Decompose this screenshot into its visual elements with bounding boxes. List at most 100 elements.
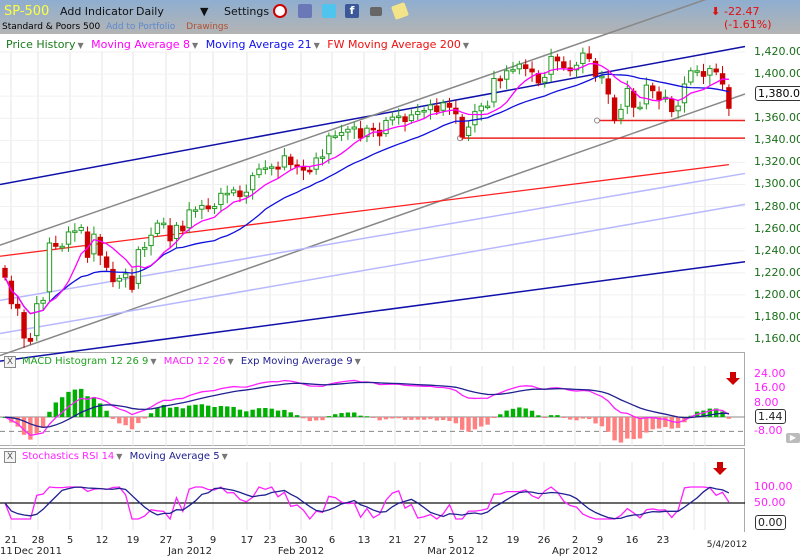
macd-histogram-bar — [155, 407, 160, 417]
macd-histogram-bar — [282, 409, 287, 417]
candle-body — [27, 337, 34, 342]
macd-histogram-bar — [117, 417, 122, 424]
x-tick-label: 5 — [447, 535, 455, 546]
macd-histogram-bar — [358, 415, 363, 417]
x-tick-label: 23 — [656, 535, 670, 546]
legend-ema[interactable]: Exp Moving Average 9 — [241, 356, 353, 367]
candle-body — [624, 87, 630, 107]
candle-body — [59, 245, 65, 249]
macd-histogram-bar — [453, 417, 459, 424]
price-axis-label: 1,400.00 — [754, 67, 800, 81]
macd-histogram-bar — [199, 404, 205, 417]
macd-histogram-bar — [250, 409, 255, 417]
candle-body — [319, 156, 326, 159]
macd-histogram-bar — [174, 406, 179, 417]
legend-macd-hist[interactable]: MACD Histogram 12 26 9 — [22, 356, 148, 367]
x-tick-label: 5 — [66, 535, 74, 546]
macd-histogram-bar — [720, 411, 725, 417]
candle-body — [345, 128, 351, 133]
candle-body — [186, 209, 192, 229]
macd-histogram-bar — [517, 407, 522, 417]
macd-histogram-bar — [434, 417, 439, 421]
candle-body — [122, 273, 129, 279]
macd-histogram-bar — [320, 417, 325, 421]
macd-last-box: 1.44 — [755, 409, 786, 424]
macd-histogram-bar — [218, 406, 224, 417]
macd-histogram-bar — [440, 417, 446, 420]
chevron-down-icon[interactable]: ▼ — [116, 452, 122, 461]
candle-body — [262, 167, 269, 170]
candle-body — [535, 73, 542, 84]
macd-histogram-bar — [212, 407, 217, 417]
macd-histogram-bar — [371, 417, 376, 418]
macd-histogram-bar — [625, 417, 630, 439]
macd-histogram-bar — [263, 408, 268, 417]
macd-histogram-bar — [485, 417, 490, 425]
macd-histogram-bar — [612, 417, 617, 441]
candle-body — [726, 87, 732, 109]
candle-body — [326, 135, 332, 155]
chevron-down-icon[interactable]: ▼ — [228, 357, 234, 366]
candle-body — [529, 68, 535, 73]
macd-histogram-bar — [206, 405, 211, 417]
chevron-down-icon[interactable]: ▼ — [355, 357, 361, 366]
chevron-down-icon[interactable]: ▼ — [222, 452, 228, 461]
x-tick-label: 27 — [159, 535, 173, 546]
candle-body — [472, 111, 478, 126]
macd-histogram-bar — [548, 415, 554, 417]
macd-histogram-bar — [288, 412, 293, 417]
legend-stoch-ma[interactable]: Moving Average 5 — [130, 451, 220, 462]
candle-body — [440, 102, 446, 111]
macd-histogram-bar — [231, 406, 236, 417]
macd-histogram-bar — [669, 417, 674, 429]
candle-body — [313, 157, 319, 170]
macd-histogram-bar — [409, 417, 414, 420]
macd-histogram-bar — [123, 417, 128, 426]
macd-axis-label: 8.00 — [754, 395, 779, 409]
candle-body — [523, 64, 529, 70]
macd-histogram-bar — [618, 417, 624, 443]
x-month-label: Jan 2012 — [167, 546, 213, 557]
price-axis-label: 1,160.00 — [754, 332, 800, 346]
chevron-down-icon[interactable]: ▼ — [150, 357, 156, 366]
candle-body — [427, 104, 434, 111]
candle-body — [91, 233, 97, 255]
close-stoch-button[interactable]: X — [4, 451, 16, 463]
x-tick-label: 9 — [209, 535, 217, 546]
candle-body — [275, 166, 281, 170]
macd-histogram-bar — [650, 417, 655, 430]
x-tick-label: 3 — [186, 535, 194, 546]
scroll-right-button[interactable]: ▶ — [786, 433, 800, 443]
stoch-axis-label: 50.00 — [754, 496, 786, 509]
candle-body — [459, 116, 465, 138]
legend-macd[interactable]: MACD 12 26 — [164, 356, 226, 367]
legend-stoch-rsi[interactable]: Stochastics RSI 14 — [22, 451, 114, 462]
candle-body — [396, 115, 402, 119]
candle-body — [148, 234, 154, 247]
stoch-last-box: 0.00 — [755, 515, 786, 530]
macd-histogram-bar — [593, 417, 598, 424]
x-tick-label: 27 — [413, 535, 427, 546]
trendline — [0, 0, 707, 246]
x-tick-label: 23 — [263, 535, 277, 546]
candle-body — [237, 190, 243, 198]
candle-body — [300, 166, 307, 171]
candle-body — [421, 110, 427, 113]
macd-histogram-bar — [225, 406, 230, 417]
macd-histogram-bar — [479, 417, 484, 427]
candle-body — [478, 105, 484, 112]
price-axis-label: 1,300.00 — [754, 177, 800, 191]
candle-body — [675, 105, 681, 112]
x-tick-label: 13 — [357, 535, 371, 546]
macd-histogram-bar — [237, 409, 243, 417]
close-macd-button[interactable]: X — [4, 356, 16, 368]
macd-axis-label: 16.00 — [754, 381, 786, 395]
x-tick-label: 2 — [571, 535, 579, 546]
macd-histogram-bar — [180, 408, 185, 417]
price-axis-label: 1,360.00 — [754, 111, 800, 125]
candle-body — [307, 169, 313, 173]
macd-histogram-bar — [599, 417, 605, 427]
candle-body — [650, 85, 656, 92]
macd-histogram-bar — [472, 417, 478, 430]
macd-histogram-bar — [460, 417, 465, 430]
